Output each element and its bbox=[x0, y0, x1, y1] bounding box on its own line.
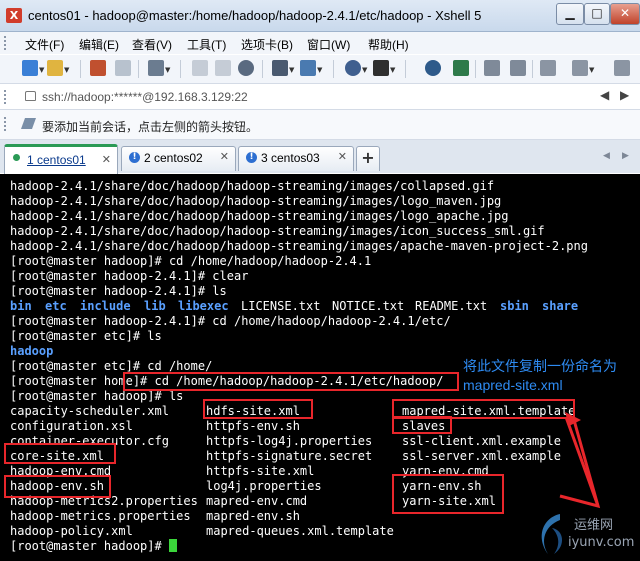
address-bar: ssh://hadoop:******@192.168.3.129:22 ◀ ▶ bbox=[0, 85, 640, 110]
tab-label: 1 centos01 bbox=[27, 153, 86, 167]
open-folder-icon[interactable] bbox=[47, 60, 63, 76]
padlock-icon bbox=[25, 91, 36, 101]
menu-edit[interactable]: 编辑(E) bbox=[79, 36, 119, 53]
menu-grip bbox=[4, 36, 9, 50]
close-window-button[interactable]: ✕ bbox=[610, 3, 640, 25]
title-bar: X centos01 - hadoop@master:/home/hadoop/… bbox=[0, 0, 640, 32]
info-icon: ! bbox=[246, 152, 257, 163]
watermark-logo-icon bbox=[541, 514, 563, 554]
toolbar: ▼ ▼ ▼ ▼ ▼ ▼ ▼ ▼ bbox=[0, 55, 640, 84]
tab-centos03[interactable]: ! 3 centos03 ✕ bbox=[238, 146, 354, 171]
globe-dropdown-icon[interactable]: ▼ bbox=[362, 66, 367, 74]
watermark: 运维网 iyunv.com bbox=[530, 508, 640, 561]
window-title: centos01 - hadoop@master:/home/hadoop/ha… bbox=[28, 8, 482, 23]
connect-icon[interactable] bbox=[90, 60, 106, 76]
info-icon: ! bbox=[129, 152, 140, 163]
tab-scroll-left-icon[interactable]: ◀ bbox=[603, 151, 610, 161]
copy-icon[interactable] bbox=[192, 60, 208, 76]
maximize-button[interactable]: □ bbox=[584, 3, 610, 25]
transfer-dropdown-icon[interactable]: ▼ bbox=[317, 66, 322, 74]
transfer-icon[interactable] bbox=[300, 60, 316, 76]
help-icon[interactable] bbox=[614, 60, 630, 76]
session-info-bar: 要添加当前会话，点击左侧的箭头按钮。 bbox=[0, 110, 640, 140]
tab-label: 3 centos03 bbox=[261, 151, 320, 165]
annotation-arrow-icon bbox=[559, 412, 601, 509]
new-session-icon[interactable] bbox=[22, 60, 38, 76]
font-dropdown-icon[interactable]: ▼ bbox=[390, 66, 395, 74]
xftp-icon[interactable] bbox=[425, 60, 441, 76]
minimize-button[interactable]: ▁ bbox=[556, 3, 584, 25]
address-grip bbox=[4, 90, 9, 104]
menu-view[interactable]: 查看(V) bbox=[132, 36, 172, 53]
tab-centos02[interactable]: ! 2 centos02 ✕ bbox=[121, 146, 236, 171]
menu-window[interactable]: 窗口(W) bbox=[307, 36, 350, 53]
back-arrow-icon[interactable]: ◀ bbox=[600, 88, 609, 102]
script-icon[interactable] bbox=[453, 60, 469, 76]
connected-status-icon bbox=[13, 154, 20, 161]
terminal[interactable]: hadoop-2.4.1/share/doc/hadoop/hadoop-str… bbox=[0, 174, 640, 561]
print-icon[interactable] bbox=[272, 60, 288, 76]
menu-tabs[interactable]: 选项卡(B) bbox=[241, 36, 293, 53]
new-session-dropdown-icon[interactable]: ▼ bbox=[39, 66, 44, 74]
properties-icon[interactable] bbox=[148, 60, 164, 76]
find-icon[interactable] bbox=[238, 60, 254, 76]
tab-centos01[interactable]: 1 centos01 ✕ bbox=[4, 144, 118, 176]
compose-bar-icon[interactable] bbox=[572, 60, 588, 76]
menu-tools[interactable]: 工具(T) bbox=[187, 36, 226, 53]
tab-bar: 1 centos01 ✕ ! 2 centos02 ✕ ! 3 centos03… bbox=[0, 140, 640, 176]
print-dropdown-icon[interactable]: ▼ bbox=[289, 66, 294, 74]
info-grip bbox=[4, 117, 9, 131]
font-icon[interactable] bbox=[373, 60, 389, 76]
globe-icon[interactable] bbox=[345, 60, 361, 76]
session-address-field[interactable]: ssh://hadoop:******@192.168.3.129:22 bbox=[42, 90, 248, 104]
forward-arrow-icon[interactable]: ▶ bbox=[620, 88, 629, 102]
watermark-text-cn: 运维网 bbox=[574, 518, 614, 533]
disconnect-icon[interactable] bbox=[115, 60, 131, 76]
properties-dropdown-icon[interactable]: ▼ bbox=[165, 66, 170, 74]
menu-bar: 文件(F) 编辑(E) 查看(V) 工具(T) 选项卡(B) 窗口(W) 帮助(… bbox=[0, 32, 640, 54]
info-message: 要添加当前会话，点击左侧的箭头按钮。 bbox=[42, 120, 259, 134]
lock-icon[interactable] bbox=[510, 60, 526, 76]
tab-label: 2 centos02 bbox=[144, 151, 203, 165]
open-dropdown-icon[interactable]: ▼ bbox=[64, 66, 69, 74]
add-session-arrow-icon[interactable] bbox=[20, 118, 37, 129]
fullscreen-icon[interactable] bbox=[484, 60, 500, 76]
keyboard-icon[interactable] bbox=[540, 60, 556, 76]
compose-dropdown-icon[interactable]: ▼ bbox=[589, 66, 594, 74]
xshell-app-icon[interactable]: X bbox=[6, 8, 22, 23]
close-tab-icon[interactable]: ✕ bbox=[338, 150, 347, 163]
paste-icon[interactable] bbox=[215, 60, 231, 76]
close-tab-icon[interactable]: ✕ bbox=[220, 150, 229, 163]
tab-scroll-right-icon[interactable]: ▶ bbox=[622, 151, 629, 161]
new-tab-button[interactable]: + bbox=[356, 146, 380, 171]
menu-file[interactable]: 文件(F) bbox=[25, 36, 64, 53]
watermark-text-domain: iyunv.com bbox=[568, 535, 635, 550]
close-tab-icon[interactable]: ✕ bbox=[102, 153, 111, 166]
menu-help[interactable]: 帮助(H) bbox=[368, 36, 409, 53]
